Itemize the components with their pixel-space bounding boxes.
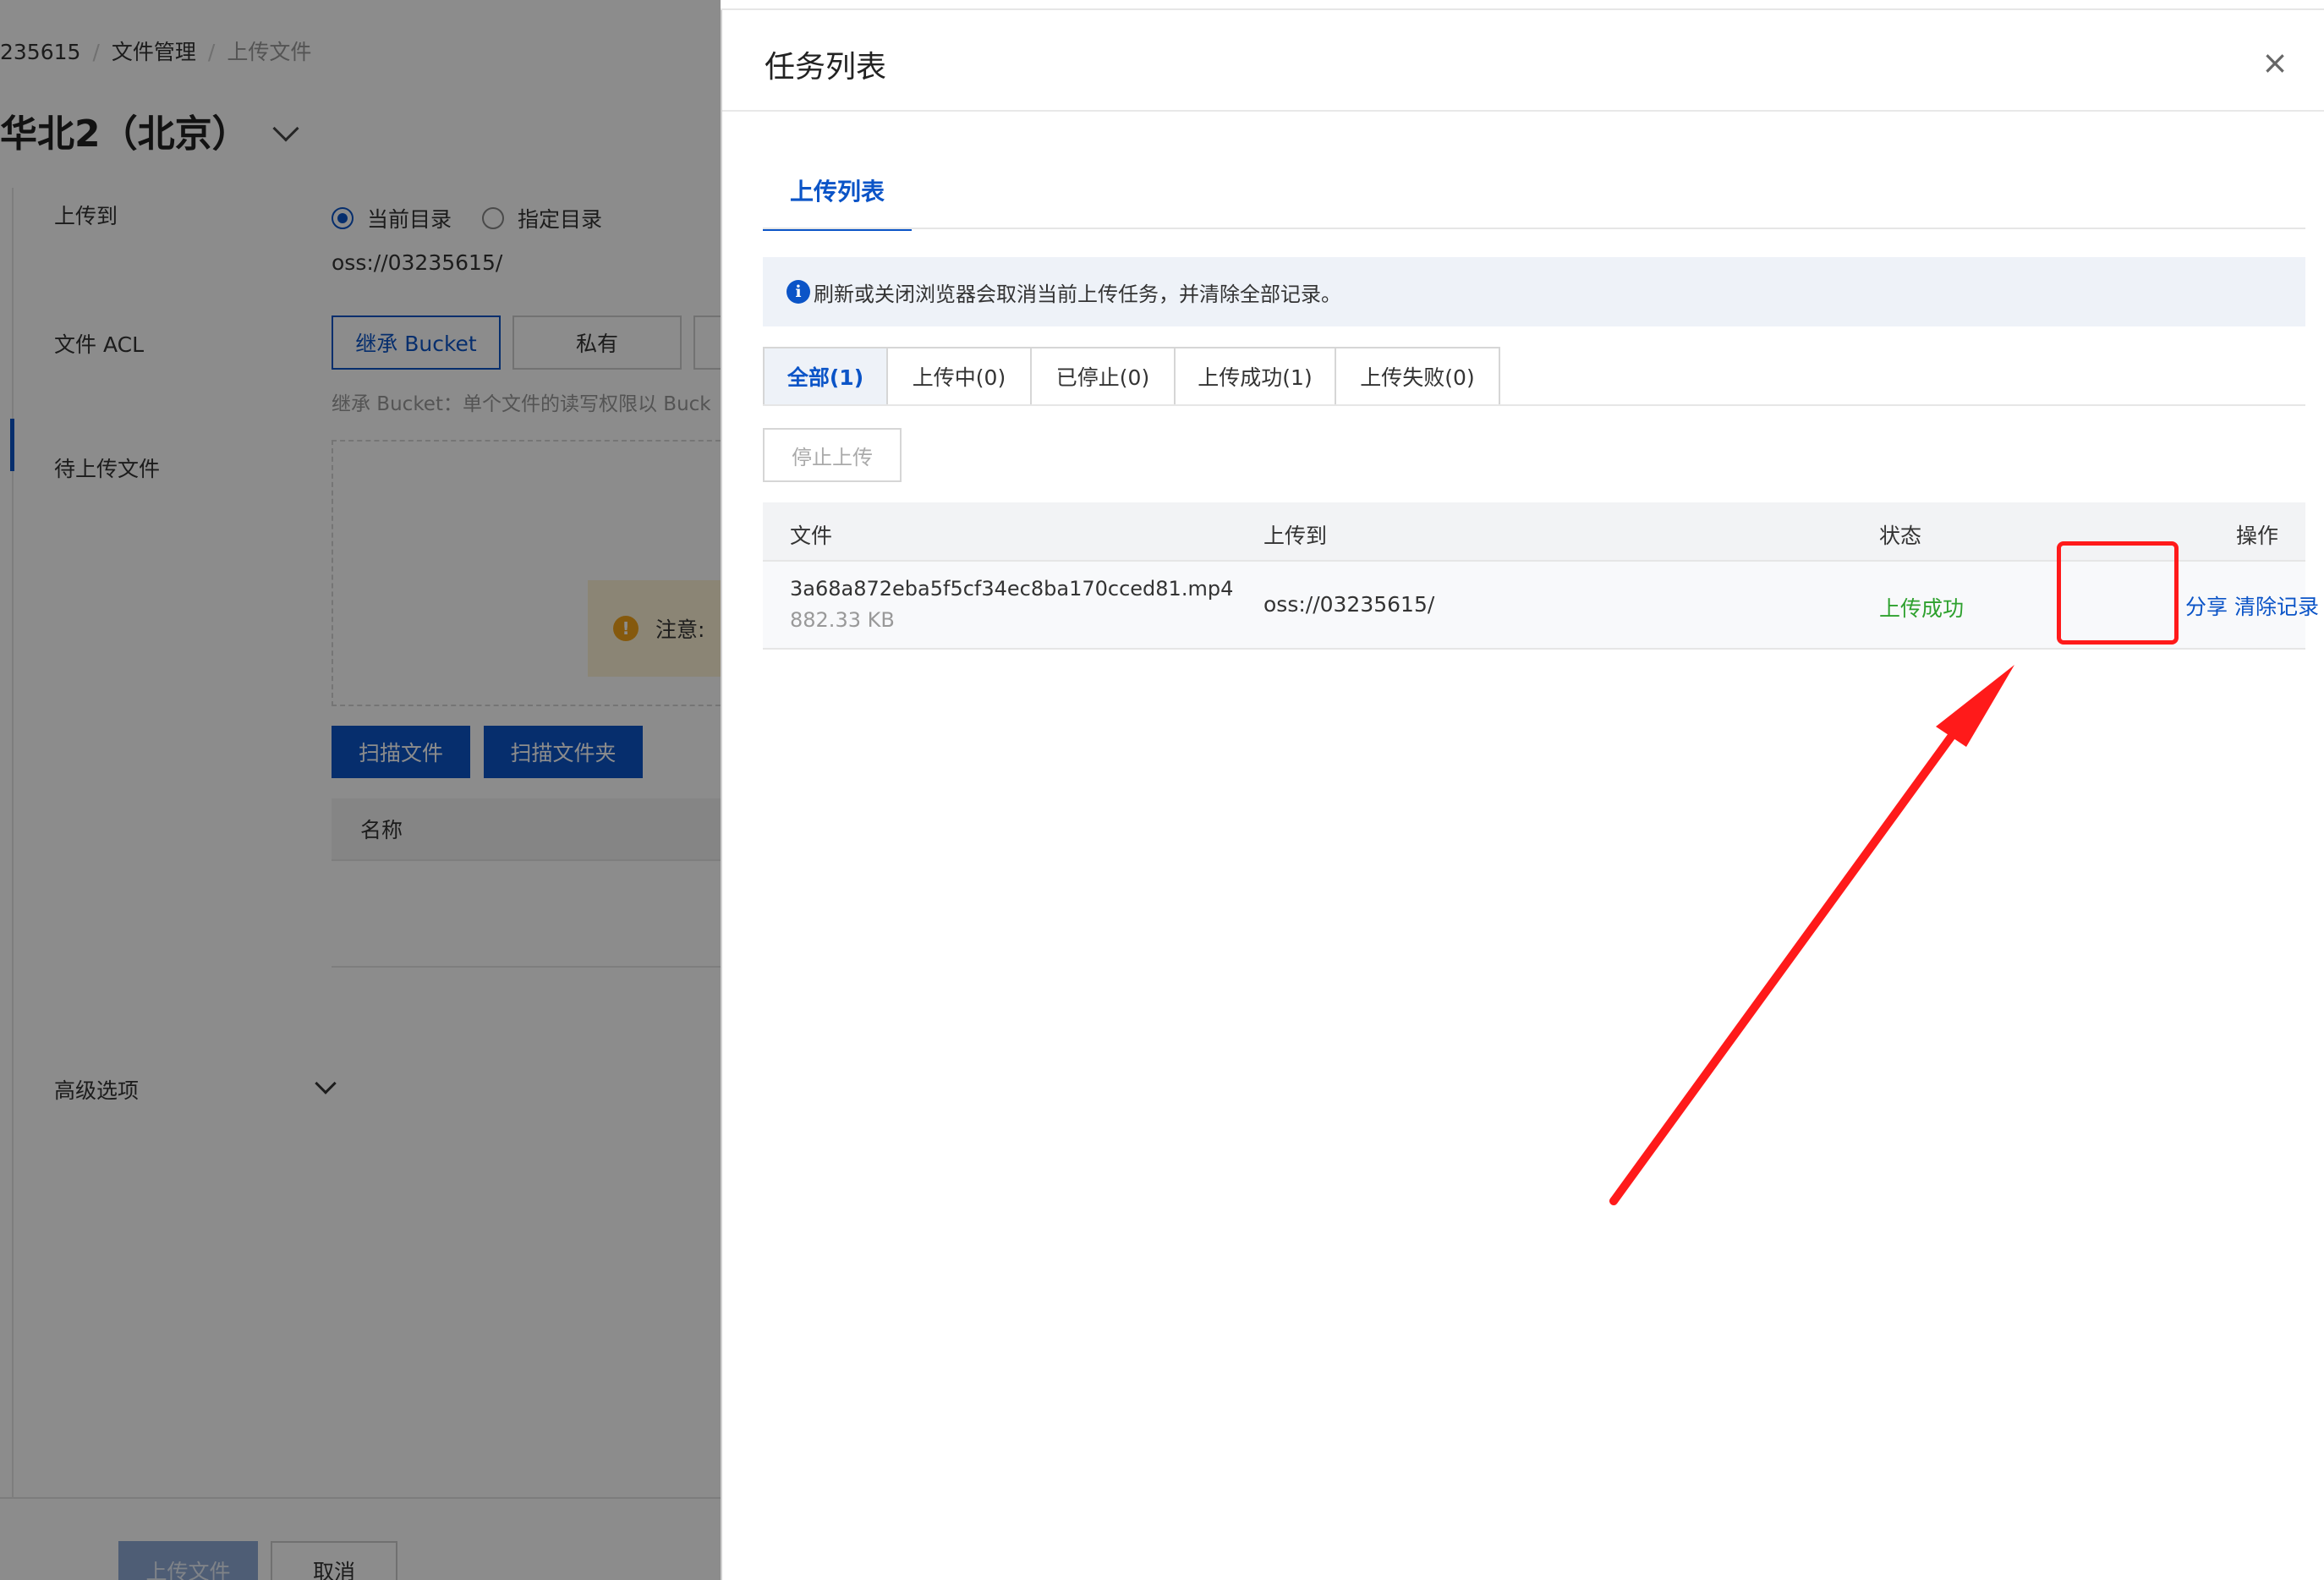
drawer-top-strip xyxy=(721,0,2324,10)
filter-tab-failed[interactable]: 上传失败(0) xyxy=(1335,347,1500,406)
upload-destination: oss://03235615/ xyxy=(1263,592,1435,617)
column-file: 文件 xyxy=(790,524,833,548)
column-actions: 操作 xyxy=(2235,524,2278,548)
file-size: 882.33 KB xyxy=(790,608,895,632)
tab-upload-list[interactable]: 上传列表 xyxy=(763,173,912,231)
info-banner: i 刷新或关闭浏览器会取消当前上传任务，并清除全部记录。 xyxy=(763,257,2305,326)
drawer-header-divider xyxy=(722,110,2324,112)
filter-tabs: 全部(1) 上传中(0) 已停止(0) 上传成功(1) 上传失败(0) xyxy=(763,347,1500,406)
filter-tab-uploading[interactable]: 上传中(0) xyxy=(886,347,1032,406)
close-icon[interactable]: × xyxy=(2260,47,2290,79)
filter-tab-stopped[interactable]: 已停止(0) xyxy=(1030,347,1176,406)
file-name: 3a68a872eba5f5cf34ec8ba170cced81.mp4 xyxy=(790,577,1234,601)
modal-mask[interactable] xyxy=(0,0,721,1580)
tab-divider xyxy=(763,228,2305,229)
clear-record-link[interactable]: 清除记录 xyxy=(2234,590,2319,621)
info-text: 刷新或关闭浏览器会取消当前上传任务，并清除全部记录。 xyxy=(814,282,1341,306)
column-status: 状态 xyxy=(1879,524,1922,548)
task-list-drawer: 任务列表 × 上传列表 i 刷新或关闭浏览器会取消当前上传任务，并清除全部记录。 … xyxy=(721,10,2324,1580)
drawer-title: 任务列表 xyxy=(765,50,887,85)
stop-upload-button[interactable]: 停止上传 xyxy=(763,428,902,482)
status-badge: 上传成功 xyxy=(1879,596,1965,621)
info-icon: i xyxy=(787,280,810,304)
filter-tab-all[interactable]: 全部(1) xyxy=(763,347,888,406)
share-link[interactable]: 分享 xyxy=(2185,590,2228,621)
filter-tab-success[interactable]: 上传成功(1) xyxy=(1174,347,1336,406)
column-upload-to: 上传到 xyxy=(1263,524,1328,548)
annotation-highlight-box xyxy=(2057,541,2179,645)
filter-tab-divider xyxy=(763,404,2305,406)
